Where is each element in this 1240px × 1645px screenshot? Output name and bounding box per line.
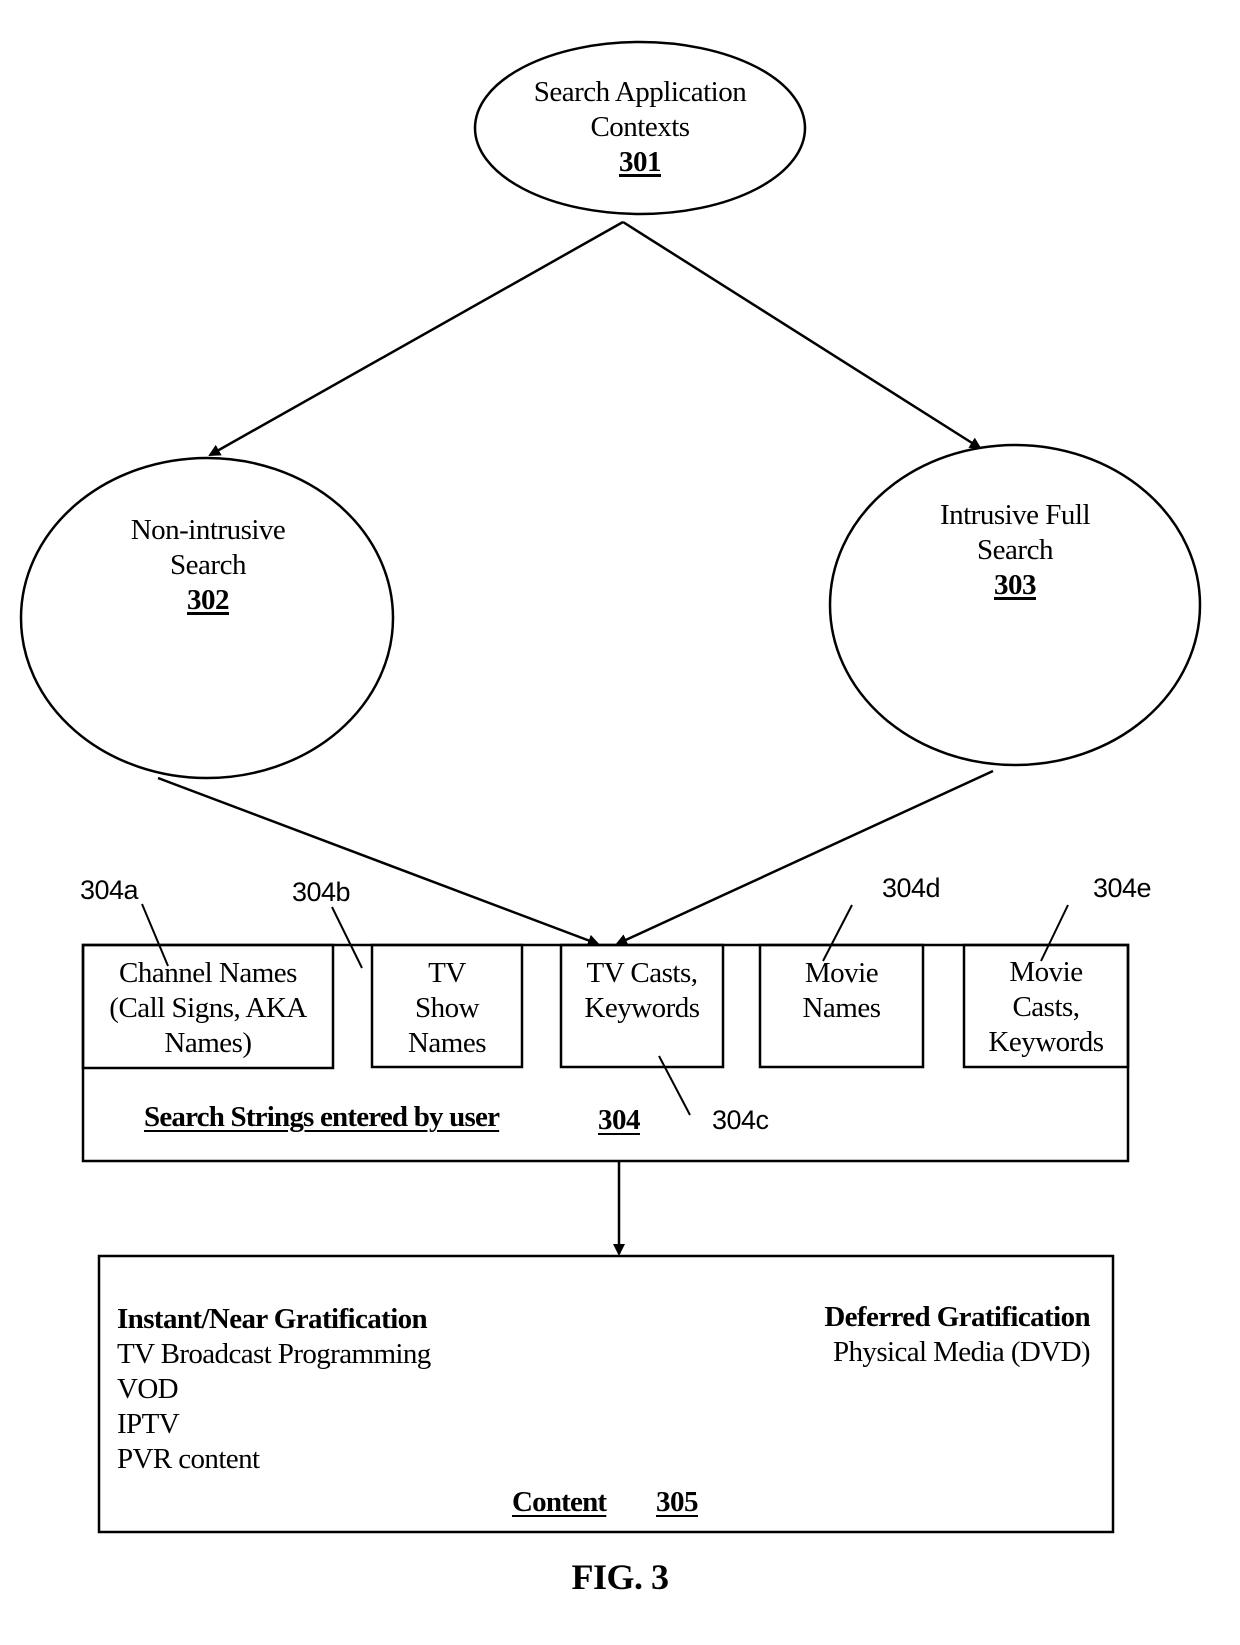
- node-303-ref: 303: [994, 569, 1037, 601]
- leader-304e: [1040, 904, 1069, 962]
- box-304a-line-3: Names): [164, 1027, 252, 1059]
- box-304e-line-1: Movie: [1009, 956, 1083, 988]
- instant-item: IPTV: [117, 1408, 180, 1440]
- arrow-301-to-303: [622, 220, 982, 450]
- deferred-gratification-list: Deferred Gratification Physical Media (D…: [824, 1300, 1090, 1370]
- arrow-302-to-304: [157, 776, 600, 947]
- box-304b-line-2: Show: [414, 992, 480, 1024]
- box-304a-text: Channel Names (Call Signs, AKA Names): [83, 956, 333, 1061]
- box-304c-text: TV Casts, Keywords: [561, 956, 723, 1026]
- box-304a-line-2: (Call Signs, AKA: [109, 992, 307, 1024]
- node-302-ellipse: [19, 456, 395, 780]
- box-304b-text: TV Show Names: [372, 956, 522, 1061]
- node-302-ref: 302: [187, 584, 230, 616]
- instant-item: PVR content: [117, 1443, 260, 1475]
- instant-item: TV Broadcast Programming: [117, 1338, 431, 1370]
- deferred-heading: Deferred Gratification: [824, 1301, 1090, 1333]
- box-304e-text: Movie Casts, Keywords: [964, 955, 1128, 1060]
- node-303-line-2: Search: [977, 534, 1053, 566]
- node-301-ref: 301: [619, 146, 662, 178]
- box-304d-line-2: Names: [802, 992, 881, 1024]
- node-302-line-1: Non-intrusive: [130, 514, 286, 546]
- node-303: Intrusive Full Search 303: [875, 498, 1155, 603]
- node-303-line-1: Intrusive Full: [939, 499, 1091, 531]
- box-304c-line-1: TV Casts,: [586, 957, 698, 989]
- box-304d-text: Movie Names: [760, 956, 923, 1026]
- leader-304c: [658, 1055, 691, 1116]
- box-304e-line-3: Keywords: [988, 1026, 1104, 1058]
- node-301-line-1: Search Application: [533, 76, 747, 108]
- instant-heading: Instant/Near Gratification: [117, 1303, 428, 1335]
- node-303-ellipse: [828, 443, 1202, 767]
- ref-label-304c: 304c: [712, 1105, 769, 1135]
- box-304a-line-1: Channel Names: [119, 957, 297, 989]
- content-ref: 305: [656, 1486, 699, 1518]
- figure-label: FIG. 3: [571, 1557, 669, 1597]
- box-304b-line-1: TV: [428, 957, 466, 989]
- deferred-item: Physical Media (DVD): [832, 1336, 1091, 1368]
- arrow-303-to-304: [615, 769, 994, 946]
- node-302-line-2: Search: [170, 549, 246, 581]
- search-strings-title: Search Strings entered by user: [144, 1101, 500, 1133]
- box-304c-line-2: Keywords: [584, 992, 700, 1024]
- instant-item: VOD: [117, 1373, 179, 1405]
- arrow-301-to-302: [208, 220, 624, 457]
- ref-label-304e: 304e: [1093, 873, 1152, 903]
- node-301: Search Application Contexts 301: [500, 75, 780, 180]
- content-title: Content: [512, 1486, 607, 1518]
- box-304d-line-1: Movie: [804, 957, 879, 989]
- leader-304b: [331, 906, 363, 969]
- ref-label-304d: 304d: [882, 873, 941, 903]
- instant-gratification-list: Instant/Near Gratification TV Broadcast …: [117, 1302, 431, 1477]
- node-301-line-2: Contexts: [590, 111, 690, 143]
- search-strings-ref: 304: [598, 1104, 641, 1136]
- ref-label-304a: 304a: [80, 875, 139, 905]
- box-304e-line-2: Casts,: [1012, 991, 1080, 1023]
- ref-label-304b: 304b: [292, 877, 351, 907]
- leader-304d: [822, 904, 853, 962]
- box-304b-line-3: Names: [407, 1027, 487, 1059]
- node-302: Non-intrusive Search 302: [68, 513, 348, 618]
